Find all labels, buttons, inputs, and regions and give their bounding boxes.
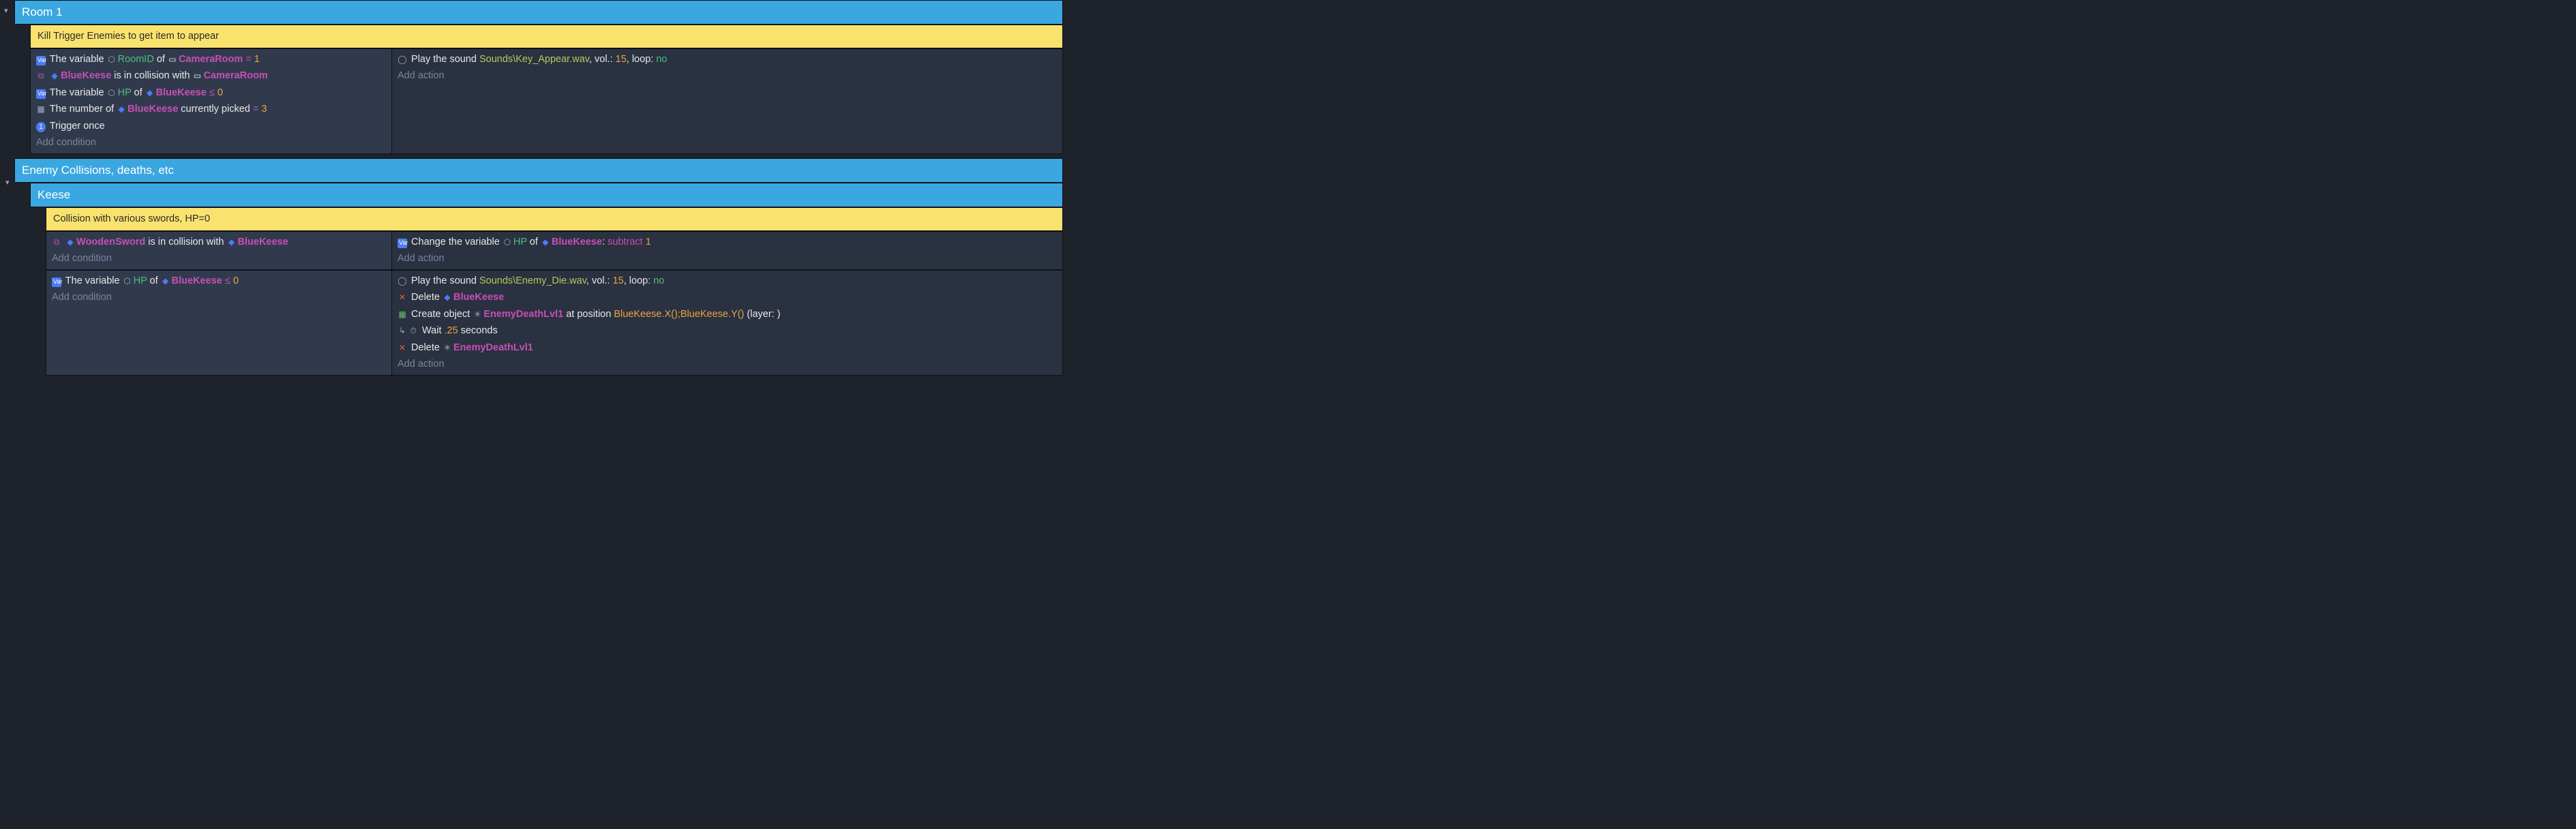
- object-icon: [192, 70, 202, 82]
- action-line[interactable]: Play the sound Sounds\Enemy_Die.wav, vol…: [398, 273, 1057, 289]
- variable-icon: [503, 236, 512, 249]
- comment-sword-hp[interactable]: Collision with various swords, HP=0: [46, 207, 1063, 230]
- condition-line[interactable]: Var The variable RoomID of CameraRoom = …: [36, 51, 386, 67]
- group-header-room1[interactable]: Room 1: [14, 0, 1063, 25]
- condition-line[interactable]: 1 Trigger once: [36, 118, 386, 134]
- object-icon: [161, 275, 170, 288]
- add-condition[interactable]: Add condition: [36, 134, 386, 151]
- object-icon: [168, 53, 177, 66]
- object-icon: [117, 103, 126, 116]
- condition-line[interactable]: Var The variable HP of BlueKeese ≤ 0: [52, 273, 386, 289]
- action-line[interactable]: Delete BlueKeese: [398, 289, 1057, 305]
- action-line[interactable]: Var Change the variable HP of BlueKeese:…: [398, 234, 1057, 250]
- object-icon: [65, 236, 75, 249]
- collapse-icon[interactable]: ▾: [5, 177, 10, 189]
- group-title: Keese: [38, 186, 70, 204]
- add-action[interactable]: Add action: [398, 250, 1057, 267]
- variable-icon: [107, 53, 117, 66]
- comment-text: Kill Trigger Enemies to get item to appe…: [38, 31, 219, 42]
- conditions-column: WoodenSword is in collision with BlueKee…: [46, 232, 392, 269]
- var-badge-icon: Var: [36, 89, 46, 99]
- var-badge-icon: Var: [398, 239, 407, 248]
- group-title: Room 1: [22, 3, 63, 21]
- wait-icon: [408, 325, 418, 337]
- sound-icon: [398, 53, 407, 66]
- object-icon: [145, 87, 155, 100]
- collision-icon: [52, 236, 61, 249]
- comment-text: Collision with various swords, HP=0: [53, 213, 210, 224]
- add-condition[interactable]: Add condition: [52, 289, 386, 305]
- event-row[interactable]: Var The variable RoomID of CameraRoom = …: [30, 48, 1063, 154]
- actions-column: Play the sound Sounds\Enemy_Die.wav, vol…: [392, 271, 1062, 375]
- object-icon: [443, 291, 452, 304]
- comment-kill-trigger[interactable]: Kill Trigger Enemies to get item to appe…: [30, 25, 1063, 48]
- delete-icon: [398, 291, 407, 304]
- sound-icon: [398, 275, 407, 288]
- action-line[interactable]: Play the sound Sounds\Key_Appear.wav, vo…: [398, 51, 1057, 67]
- object-icon: [541, 236, 550, 249]
- var-badge-icon: Var: [52, 277, 61, 287]
- group-header-keese[interactable]: Keese: [30, 183, 1063, 207]
- add-condition[interactable]: Add condition: [52, 250, 386, 267]
- collapse-icon[interactable]: ▾: [4, 5, 8, 17]
- conditions-column: Var The variable HP of BlueKeese ≤ 0 Add…: [46, 271, 392, 375]
- trigger-once-icon: 1: [36, 122, 46, 133]
- action-line[interactable]: ↳ Wait .25 seconds: [398, 322, 1057, 339]
- event-row[interactable]: WoodenSword is in collision with BlueKee…: [46, 231, 1063, 270]
- collision-icon: [36, 70, 46, 82]
- action-line[interactable]: Delete EnemyDeathLvl1: [398, 340, 1057, 356]
- subevent-icon: ↳: [398, 325, 407, 337]
- condition-line[interactable]: BlueKeese is in collision with CameraRoo…: [36, 67, 386, 84]
- object-icon: [473, 308, 482, 321]
- group-title: Enemy Collisions, deaths, etc: [22, 162, 174, 179]
- condition-line[interactable]: Var The variable HP of BlueKeese ≤ 0: [36, 85, 386, 101]
- event-row[interactable]: Var The variable HP of BlueKeese ≤ 0 Add…: [46, 270, 1063, 376]
- object-icon: [50, 70, 59, 82]
- actions-column: Play the sound Sounds\Key_Appear.wav, vo…: [392, 49, 1062, 153]
- condition-line[interactable]: WoodenSword is in collision with BlueKee…: [52, 234, 386, 250]
- variable-icon: [123, 275, 132, 288]
- object-icon: [443, 342, 452, 355]
- condition-line[interactable]: The number of BlueKeese currently picked…: [36, 101, 386, 117]
- group-header-enemy[interactable]: Enemy Collisions, deaths, etc: [14, 158, 1063, 183]
- delete-icon: [398, 342, 407, 355]
- var-badge-icon: Var: [36, 56, 46, 65]
- pick-icon: [36, 103, 46, 116]
- variable-icon: [107, 87, 117, 100]
- add-action[interactable]: Add action: [398, 67, 1057, 84]
- add-action[interactable]: Add action: [398, 356, 1057, 372]
- actions-column: Var Change the variable HP of BlueKeese:…: [392, 232, 1062, 269]
- action-line[interactable]: Create object EnemyDeathLvl1 at position…: [398, 306, 1057, 322]
- create-icon: [398, 308, 407, 321]
- conditions-column: Var The variable RoomID of CameraRoom = …: [31, 49, 392, 153]
- object-icon: [227, 236, 237, 249]
